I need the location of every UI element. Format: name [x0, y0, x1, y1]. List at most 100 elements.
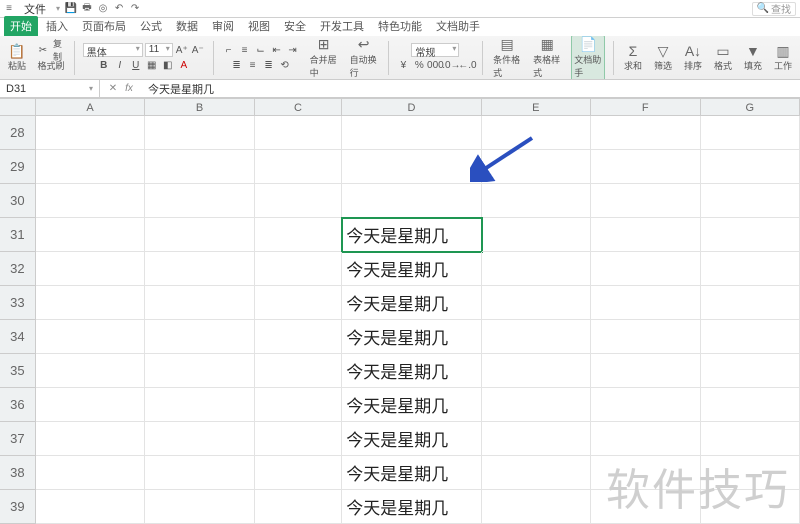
- row-header-38[interactable]: 38: [0, 456, 36, 490]
- dec-dec-button[interactable]: ←.0: [460, 58, 474, 72]
- col-header-F[interactable]: F: [591, 98, 700, 115]
- align-center-button[interactable]: ≡: [246, 58, 260, 72]
- cell-G37[interactable]: [701, 422, 800, 456]
- font-select[interactable]: 黑体: [83, 43, 143, 57]
- table-style-button[interactable]: ▦表格样式: [531, 36, 563, 80]
- undo-icon[interactable]: ↶: [114, 4, 124, 14]
- cell-B39[interactable]: [145, 490, 254, 524]
- cell-C35[interactable]: [255, 354, 343, 388]
- cell-F29[interactable]: [591, 150, 700, 184]
- cell-A38[interactable]: [36, 456, 145, 490]
- align-top-button[interactable]: ⌐: [222, 43, 236, 57]
- cell-B36[interactable]: [145, 388, 254, 422]
- comma-button[interactable]: 000: [428, 58, 442, 72]
- cell-F37[interactable]: [591, 422, 700, 456]
- redo-icon[interactable]: ↷: [130, 4, 140, 14]
- row-header-29[interactable]: 29: [0, 150, 36, 184]
- cell-G39[interactable]: [701, 490, 800, 524]
- cell-E39[interactable]: [482, 490, 591, 524]
- cell-G35[interactable]: [701, 354, 800, 388]
- col-header-A[interactable]: A: [36, 98, 145, 115]
- cell-G31[interactable]: [701, 218, 800, 252]
- search-box[interactable]: 🔍 查找: [752, 2, 796, 16]
- cell-G30[interactable]: [701, 184, 800, 218]
- paste-button[interactable]: 📋粘贴: [6, 42, 28, 73]
- col-header-D[interactable]: D: [342, 98, 481, 115]
- row-header-28[interactable]: 28: [0, 116, 36, 150]
- cell-A32[interactable]: [36, 252, 145, 286]
- cell-B38[interactable]: [145, 456, 254, 490]
- cell-C31[interactable]: [255, 218, 343, 252]
- cell-B31[interactable]: [145, 218, 254, 252]
- print-icon[interactable]: 🖶: [82, 4, 92, 14]
- cell-D33[interactable]: 今天是星期几: [342, 286, 481, 320]
- cell-D31[interactable]: 今天是星期几: [342, 218, 481, 252]
- cell-A33[interactable]: [36, 286, 145, 320]
- cell-B37[interactable]: [145, 422, 254, 456]
- number-format-select[interactable]: 常规: [411, 43, 459, 57]
- align-middle-button[interactable]: ≡: [238, 43, 252, 57]
- cell-E37[interactable]: [482, 422, 591, 456]
- cell-F39[interactable]: [591, 490, 700, 524]
- cell-E35[interactable]: [482, 354, 591, 388]
- col-header-B[interactable]: B: [145, 98, 254, 115]
- tab-5[interactable]: 审阅: [206, 16, 240, 36]
- cell-F30[interactable]: [591, 184, 700, 218]
- cell-D37[interactable]: 今天是星期几: [342, 422, 481, 456]
- col-header-E[interactable]: E: [482, 98, 591, 115]
- sum-button[interactable]: Σ求和: [622, 42, 644, 73]
- row-header-33[interactable]: 33: [0, 286, 36, 320]
- row-header-31[interactable]: 31: [0, 218, 36, 252]
- cell-G38[interactable]: [701, 456, 800, 490]
- cell-G32[interactable]: [701, 252, 800, 286]
- cell-A29[interactable]: [36, 150, 145, 184]
- tab-8[interactable]: 开发工具: [314, 16, 370, 36]
- shrink-font-button[interactable]: A⁻: [191, 43, 205, 57]
- align-bottom-button[interactable]: ⌙: [254, 43, 268, 57]
- cell-B32[interactable]: [145, 252, 254, 286]
- row-header-30[interactable]: 30: [0, 184, 36, 218]
- cell-D28[interactable]: [342, 116, 481, 150]
- cell-D34[interactable]: 今天是星期几: [342, 320, 481, 354]
- cell-C37[interactable]: [255, 422, 343, 456]
- cell-F32[interactable]: [591, 252, 700, 286]
- col-header-G[interactable]: G: [701, 98, 800, 115]
- filter-button[interactable]: ▽筛选: [652, 42, 674, 73]
- cell-F38[interactable]: [591, 456, 700, 490]
- cell-D36[interactable]: 今天是星期几: [342, 388, 481, 422]
- col-header-C[interactable]: C: [255, 98, 343, 115]
- cell-D39[interactable]: 今天是星期几: [342, 490, 481, 524]
- sort-button[interactable]: A↓排序: [682, 42, 704, 73]
- cell-F36[interactable]: [591, 388, 700, 422]
- cell-E31[interactable]: [482, 218, 591, 252]
- cell-C32[interactable]: [255, 252, 343, 286]
- cell-B34[interactable]: [145, 320, 254, 354]
- fill-button[interactable]: ▼填充: [742, 42, 764, 73]
- cell-G33[interactable]: [701, 286, 800, 320]
- cell-E30[interactable]: [482, 184, 591, 218]
- bold-button[interactable]: B: [97, 58, 111, 72]
- cell-E38[interactable]: [482, 456, 591, 490]
- cell-E33[interactable]: [482, 286, 591, 320]
- dec-inc-button[interactable]: .0→: [444, 58, 458, 72]
- row-header-39[interactable]: 39: [0, 490, 36, 524]
- work-button[interactable]: ▥工作: [772, 42, 794, 73]
- row-header-37[interactable]: 37: [0, 422, 36, 456]
- cell-D38[interactable]: 今天是星期几: [342, 456, 481, 490]
- cell-C29[interactable]: [255, 150, 343, 184]
- indent-left-button[interactable]: ⇤: [270, 43, 284, 57]
- grow-font-button[interactable]: A⁺: [175, 43, 189, 57]
- currency-button[interactable]: ¥: [396, 58, 410, 72]
- align-left-button[interactable]: ≣: [230, 58, 244, 72]
- app-menu-icon[interactable]: ≡: [4, 4, 14, 14]
- select-all-corner[interactable]: [0, 98, 36, 115]
- format-painter-button[interactable]: 格式刷: [36, 58, 65, 72]
- cell-A36[interactable]: [36, 388, 145, 422]
- cell-E32[interactable]: [482, 252, 591, 286]
- cell-A34[interactable]: [36, 320, 145, 354]
- cell-B30[interactable]: [145, 184, 254, 218]
- tab-4[interactable]: 数据: [170, 16, 204, 36]
- border-button[interactable]: ▦: [145, 58, 159, 72]
- orientation-button[interactable]: ⟲: [278, 58, 292, 72]
- cell-C39[interactable]: [255, 490, 343, 524]
